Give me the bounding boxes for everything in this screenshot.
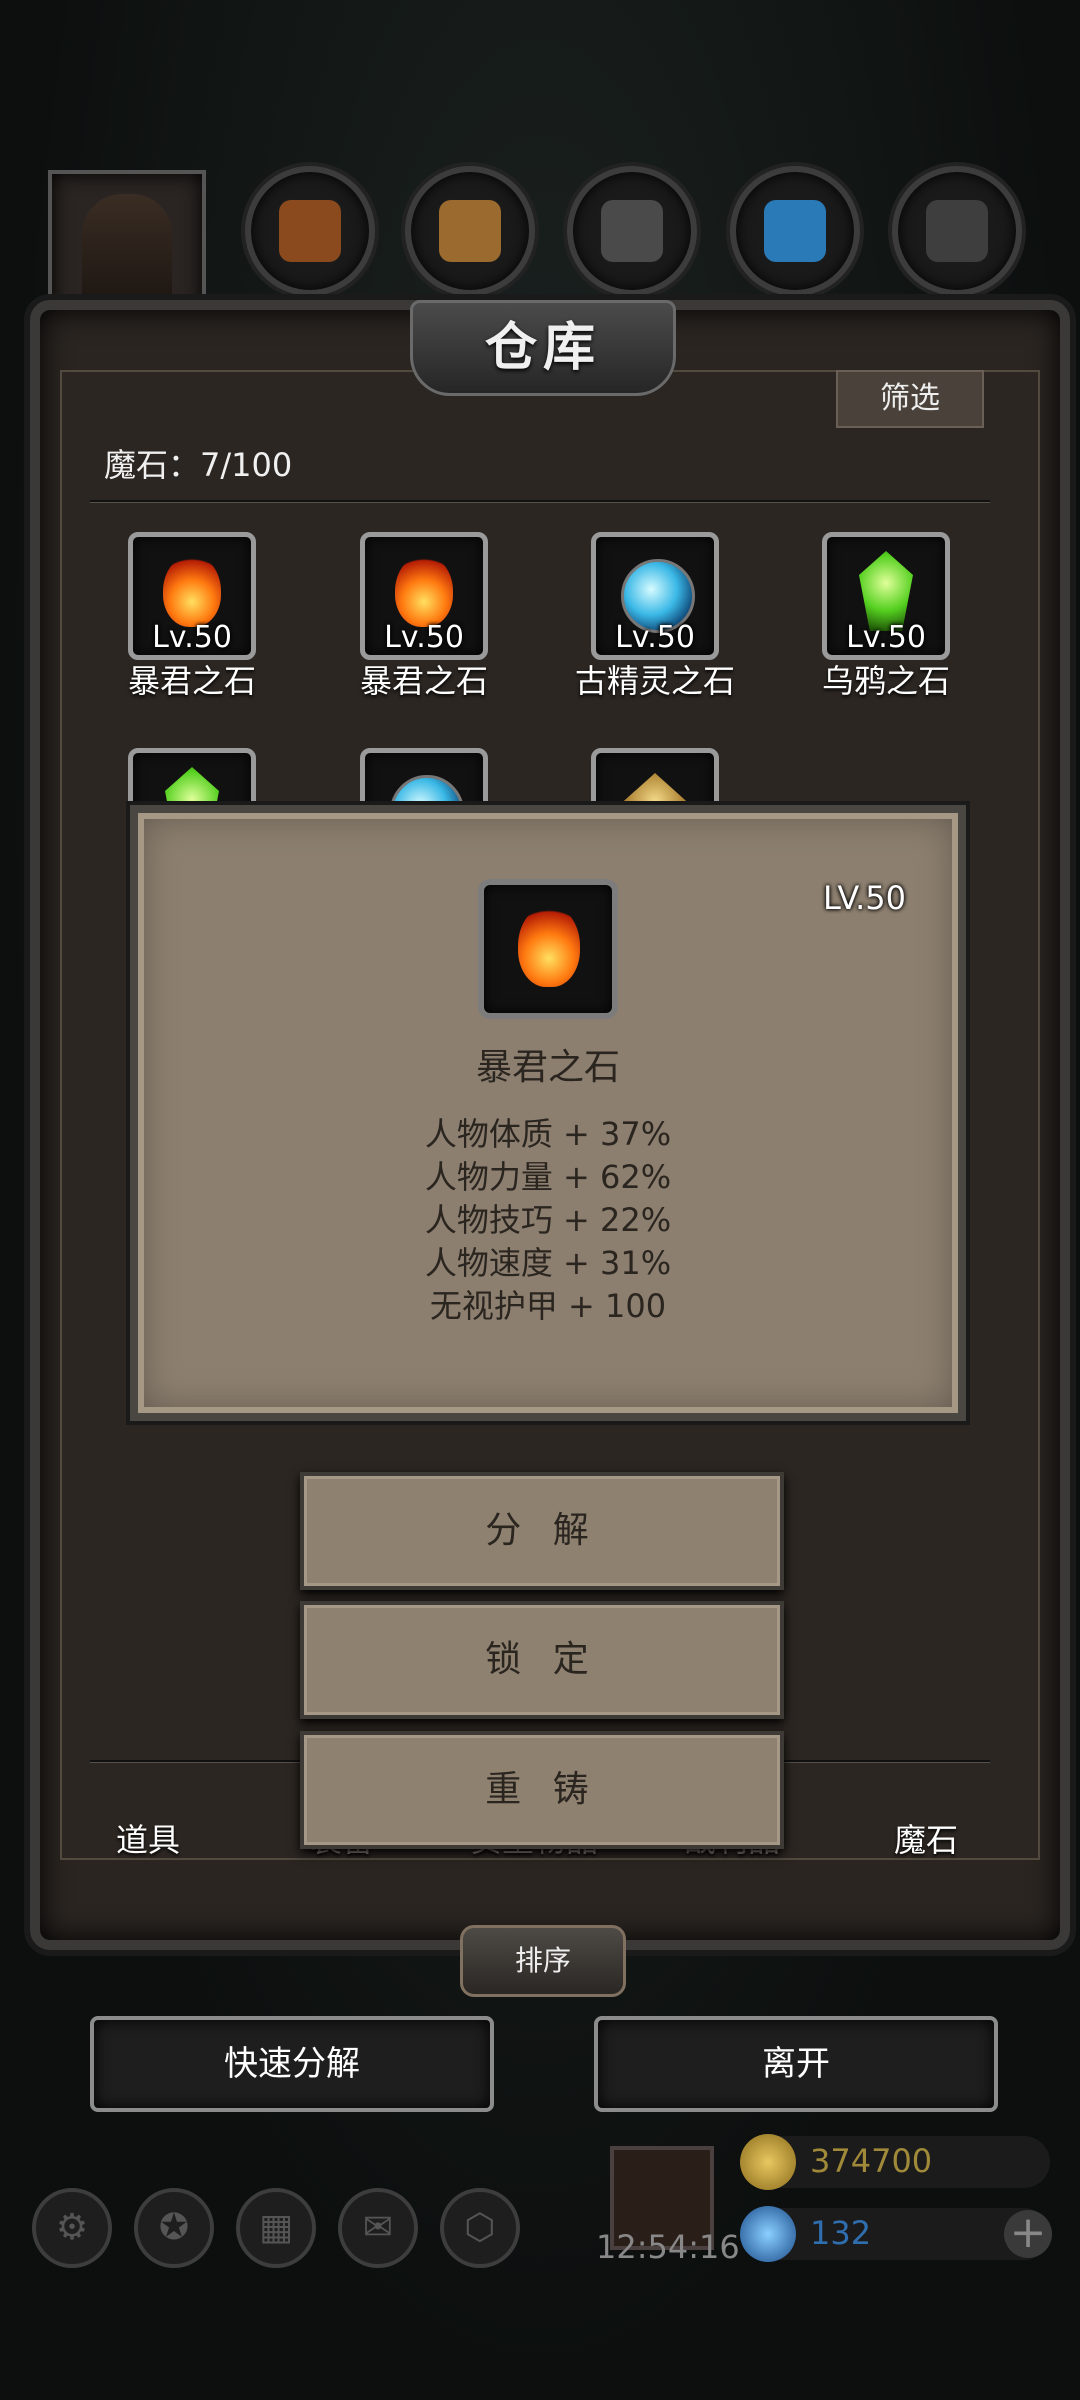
- leather-icon: [279, 200, 341, 262]
- stat-line: 人物体质 + 37%: [424, 1115, 672, 1153]
- blue-gem-icon: [740, 2206, 796, 2262]
- timer-text: 12:54:16: [596, 2228, 740, 2266]
- reforge-button[interactable]: 重 铸: [300, 1731, 784, 1849]
- fire-stone-icon: [163, 555, 221, 627]
- item-slot[interactable]: Lv.50 乌鸦之石: [786, 532, 986, 702]
- item-name: 暴君之石: [359, 662, 488, 700]
- crow-stone-icon: [859, 551, 913, 631]
- add-currency-icon[interactable]: +: [1004, 2210, 1052, 2258]
- panel-title: 仓库: [410, 300, 676, 396]
- item-slot[interactable]: Lv.50 暴君之石: [324, 532, 524, 702]
- item-frame: Lv.50: [822, 532, 950, 660]
- steel-icon: [926, 200, 988, 262]
- popup-item-frame: [478, 879, 618, 1019]
- item-level: Lv.50: [384, 620, 464, 655]
- iron-icon: [601, 200, 663, 262]
- item-name: 暴君之石: [127, 662, 256, 700]
- sort-button[interactable]: 排序: [460, 1925, 626, 1997]
- map-icon[interactable]: ▦: [236, 2188, 316, 2268]
- stat-line: 人物速度 + 31%: [424, 1244, 672, 1282]
- item-name: 乌鸦之石: [821, 662, 950, 700]
- item-level: Lv.50: [152, 620, 232, 655]
- resource-crystal[interactable]: 59: [730, 166, 860, 323]
- filter-button[interactable]: 筛选: [836, 370, 984, 428]
- stat-line: 人物力量 + 62%: [424, 1158, 672, 1196]
- leave-button[interactable]: 离开: [594, 2016, 998, 2112]
- resource-wood[interactable]: 59: [405, 166, 535, 323]
- star-icon[interactable]: ✪: [134, 2188, 214, 2268]
- item-frame: Lv.50: [128, 532, 256, 660]
- decompose-button[interactable]: 分 解: [300, 1472, 784, 1590]
- stone-count: 魔石：7/100: [104, 446, 293, 484]
- settings-icon[interactable]: ⚙: [32, 2188, 112, 2268]
- item-detail-popup: LV.50 暴君之石 人物体质 + 37% 人物力量 + 62% 人物技巧 + …: [130, 805, 966, 1421]
- lock-button[interactable]: 锁 定: [300, 1601, 784, 1719]
- resource-iron[interactable]: 2720: [567, 166, 697, 323]
- quick-decompose-button[interactable]: 快速分解: [90, 2016, 494, 2112]
- tab-items[interactable]: 道具: [116, 1815, 180, 1861]
- stat-line: 无视护甲 + 100: [429, 1287, 667, 1325]
- dice-icon[interactable]: ⬡: [440, 2188, 520, 2268]
- fire-stone-icon: [395, 555, 453, 627]
- item-slot[interactable]: Lv.50 古精灵之石: [555, 532, 755, 702]
- mail-icon[interactable]: ✉: [338, 2188, 418, 2268]
- item-level: Lv.50: [615, 620, 695, 655]
- resource-leather[interactable]: 6: [245, 166, 375, 323]
- gold-currency: 374700: [740, 2134, 1050, 2190]
- popup-item-name: 暴君之石: [475, 1047, 620, 1088]
- popup-stats: 人物体质 + 37% 人物力量 + 62% 人物技巧 + 22% 人物速度 + …: [138, 1113, 958, 1328]
- gold-coin-icon: [740, 2134, 796, 2190]
- avatar-portrait-icon: [82, 194, 172, 314]
- item-level: Lv.50: [846, 620, 926, 655]
- gold-amount: 374700: [810, 2142, 933, 2180]
- crystal-icon: [764, 200, 826, 262]
- item-name: 古精灵之石: [574, 662, 735, 700]
- popup-level: LV.50: [823, 879, 906, 917]
- wood-icon: [439, 200, 501, 262]
- item-slot[interactable]: Lv.50 暴君之石: [92, 532, 292, 702]
- divider: [90, 500, 990, 503]
- item-frame: Lv.50: [591, 532, 719, 660]
- stat-line: 人物技巧 + 22%: [424, 1201, 672, 1239]
- tab-magic-stone[interactable]: 魔石: [894, 1815, 958, 1861]
- fire-stone-icon: [518, 905, 580, 987]
- gem-amount: 132: [810, 2214, 872, 2252]
- top-resource-bar: 6 59 2720 59 94183: [0, 160, 1080, 328]
- resource-steel[interactable]: 94183: [892, 166, 1022, 323]
- item-frame: Lv.50: [360, 532, 488, 660]
